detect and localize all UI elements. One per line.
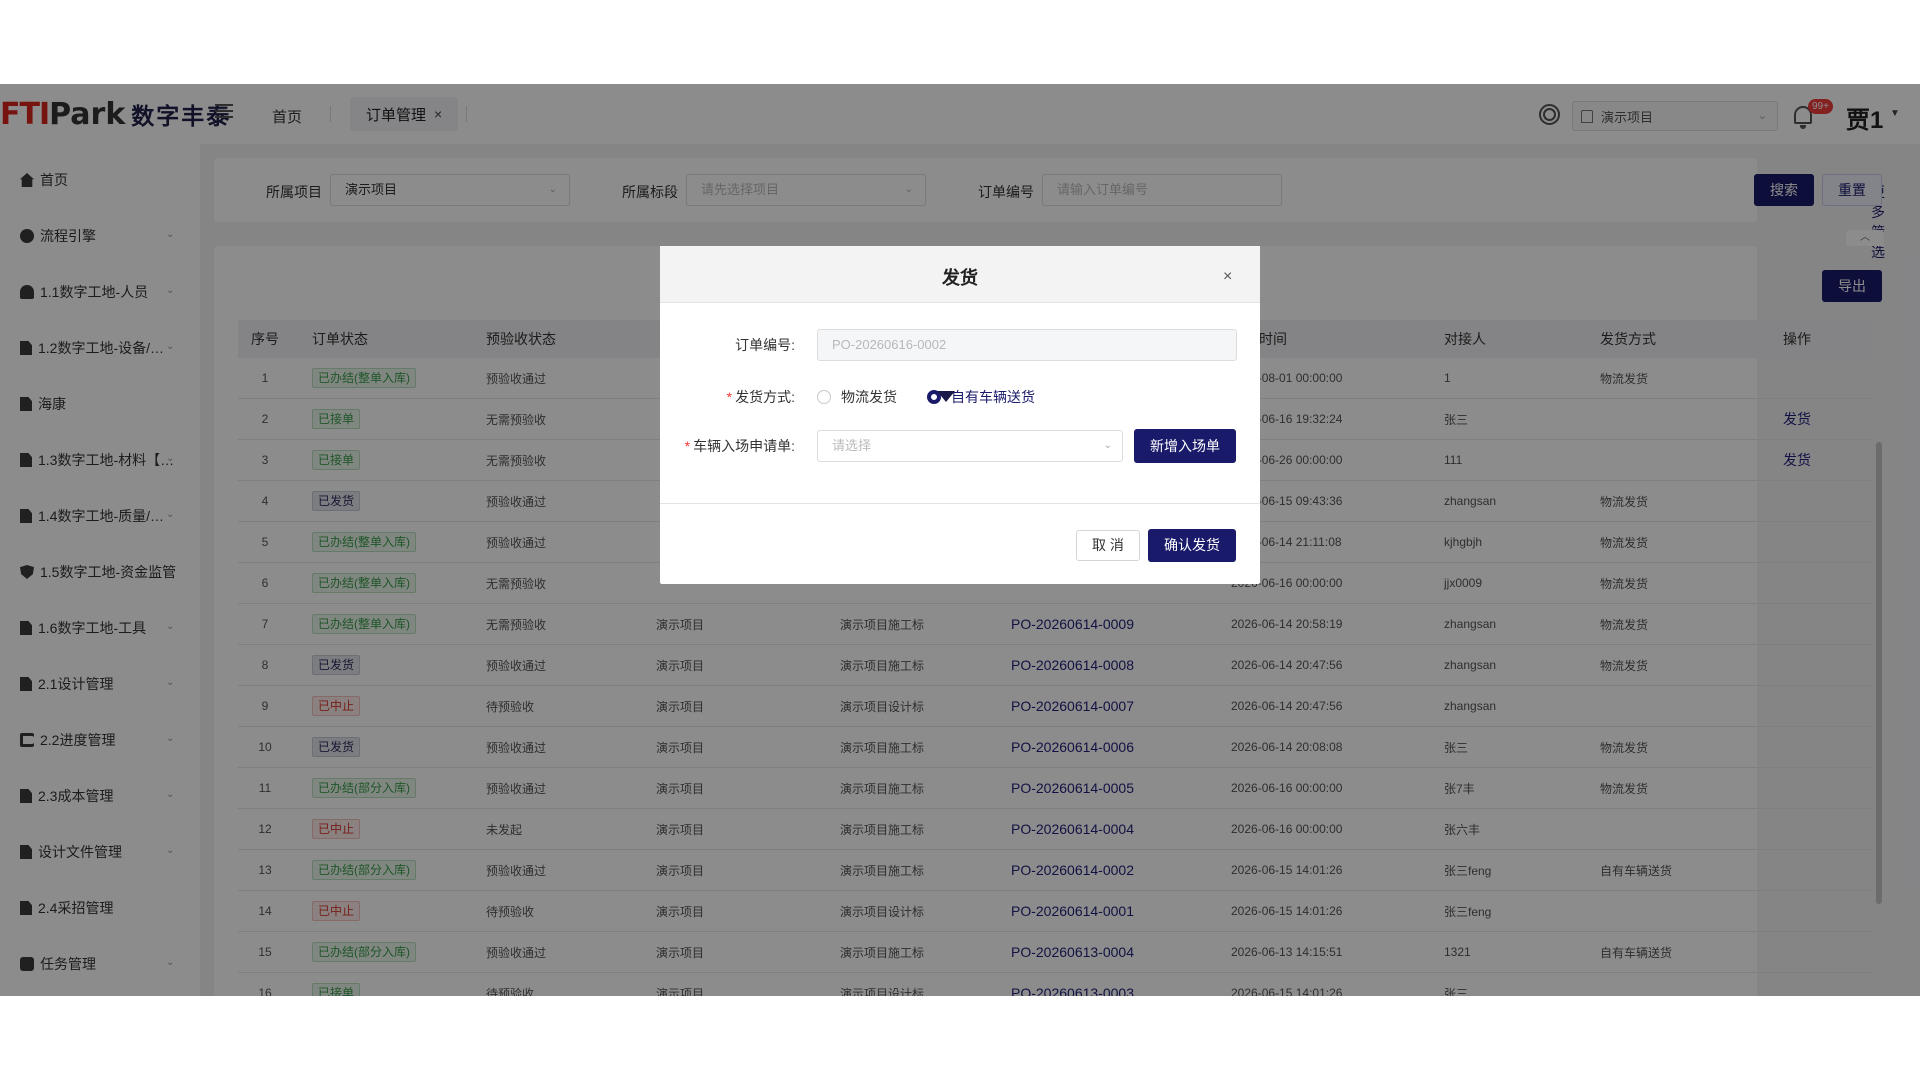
vehicle-entry-select[interactable]: 请选择 ⌄: [817, 430, 1123, 462]
ship-method-label: * 发货方式:: [660, 387, 795, 407]
radio-logistics-label: 物流发货: [841, 389, 897, 405]
dialog-header: 发货 ×: [660, 246, 1260, 303]
radio-logistics[interactable]: 物流发货: [817, 387, 897, 407]
vehicle-entry-label-text: 车辆入场申请单:: [693, 438, 795, 454]
confirm-ship-button[interactable]: 确认发货: [1148, 529, 1236, 562]
required-asterisk: *: [684, 438, 691, 454]
order-no-label-text: 订单编号:: [735, 337, 795, 353]
radio-own-vehicle-label: 自有车辆送货: [951, 389, 1035, 405]
mouse-cursor-icon: [937, 391, 955, 402]
order-no-field: PO-20260616-0002: [817, 329, 1237, 361]
close-icon[interactable]: ×: [1223, 268, 1232, 286]
order-no-label: 订单编号:: [660, 335, 795, 355]
cancel-button[interactable]: 取 消: [1076, 530, 1140, 561]
required-asterisk: *: [726, 389, 733, 405]
dialog-title: 发货: [942, 268, 978, 288]
radio-button[interactable]: [817, 390, 831, 404]
vehicle-entry-placeholder: 请选择: [832, 438, 872, 453]
vehicle-entry-label: * 车辆入场申请单:: [660, 436, 795, 456]
chevron-down-icon: ⌄: [1103, 440, 1112, 451]
ship-method-label-text: 发货方式:: [735, 389, 795, 405]
ship-dialog: 发货 × 订单编号: PO-20260616-0002 * 发货方式: 物流发货 …: [660, 246, 1260, 584]
dialog-divider: [660, 503, 1260, 504]
new-entry-button[interactable]: 新增入场单: [1134, 429, 1236, 463]
